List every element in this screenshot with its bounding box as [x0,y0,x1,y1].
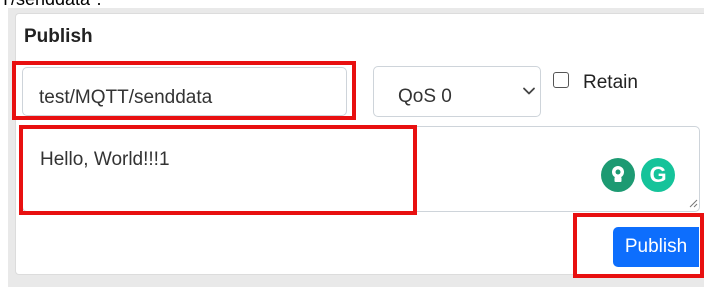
highlight-box-topic [12,61,356,120]
lightbulb-icon[interactable] [601,158,635,192]
highlight-box-message [19,125,417,215]
qos-select-value: QoS 0 [398,86,452,107]
card-title: Publish [24,26,93,47]
retain-checkbox[interactable] [553,72,569,88]
grammarly-icon[interactable]: G [641,158,675,192]
qos-select[interactable]: QoS 0 [373,66,541,117]
highlight-box-publish [573,213,704,278]
retain-label[interactable]: Retain [583,72,638,94]
resize-handle-icon[interactable] [688,198,698,208]
chevron-down-icon [523,87,535,95]
cropped-heading-text: T/senddata". [0,0,101,8]
